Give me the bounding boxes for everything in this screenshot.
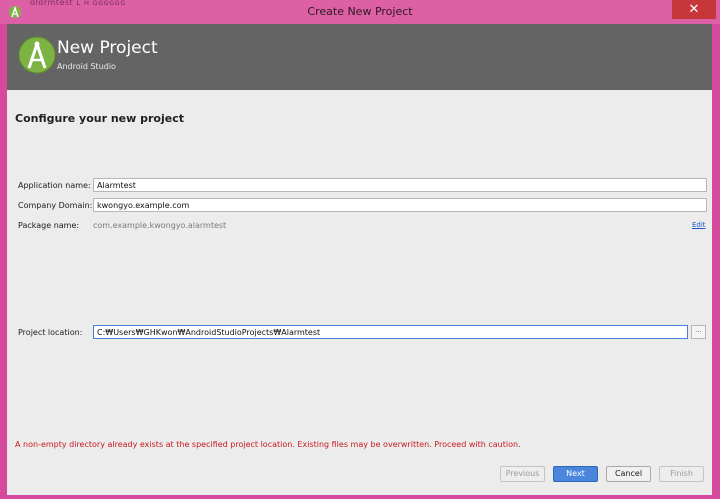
company-domain-label: Company Domain: — [18, 201, 93, 210]
company-domain-field[interactable]: kwongyo.example.com — [93, 198, 707, 212]
header-banner: New Project Android Studio — [7, 24, 712, 90]
cancel-button[interactable]: Cancel — [606, 466, 651, 482]
close-button[interactable]: ✕ — [672, 0, 716, 19]
browse-button[interactable]: ... — [691, 325, 706, 339]
edit-package-link[interactable]: Edit — [692, 221, 706, 229]
window-title: Create New Project — [307, 5, 413, 18]
project-location-field[interactable]: C:₩Users₩GHKwon₩AndroidStudioProjects₩Al… — [93, 325, 688, 339]
warning-message: A non-empty directory already exists at … — [15, 440, 521, 449]
android-studio-logo-icon — [18, 36, 56, 74]
previous-button[interactable]: Previous — [500, 466, 545, 482]
package-name-value: com.example.kwongyo.alarmtest — [93, 221, 227, 230]
banner-title: New Project — [57, 38, 158, 58]
application-name-label: Application name: — [18, 181, 91, 190]
package-name-label: Package name: — [18, 221, 80, 230]
dialog-window: New Project Android Studio Configure you… — [7, 24, 712, 495]
project-location-label: Project location: — [18, 328, 83, 337]
next-button[interactable]: Next — [553, 466, 598, 482]
application-name-field[interactable]: Alarmtest — [93, 178, 707, 192]
section-title: Configure your new project — [15, 112, 184, 125]
finish-button[interactable]: Finish — [659, 466, 704, 482]
title-bar[interactable]: ɑlɑrmtest ʟ ʜ ɢɢɢɢɢɢ Create New Project … — [0, 0, 720, 24]
banner-subtitle: Android Studio — [57, 62, 116, 71]
